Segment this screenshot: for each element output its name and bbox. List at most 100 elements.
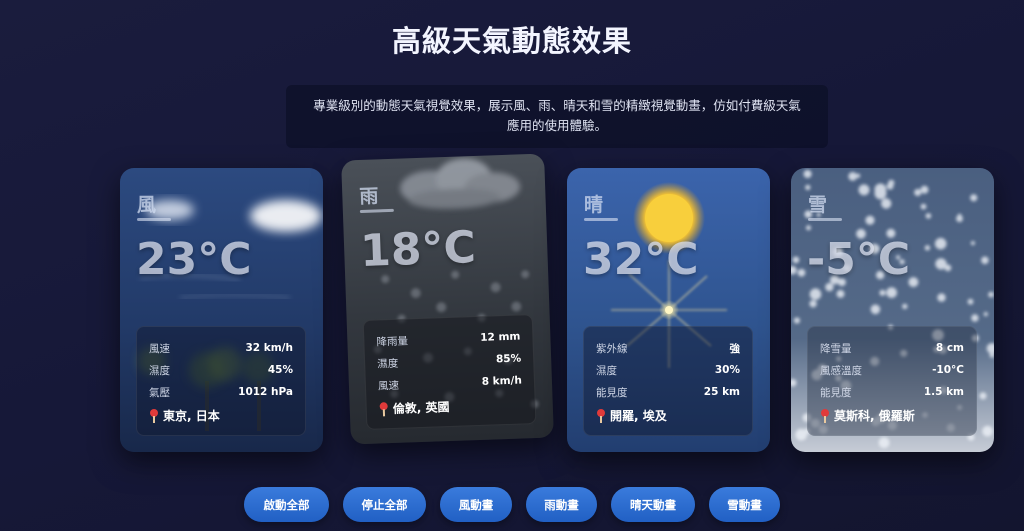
map-pin-icon bbox=[820, 408, 830, 423]
card-underline bbox=[137, 218, 171, 221]
location-text: 東京, 日本 bbox=[163, 409, 220, 423]
info-key: 降雨量 bbox=[376, 334, 409, 349]
snowflake bbox=[878, 437, 890, 449]
stop-all-button[interactable]: 停止全部 bbox=[343, 487, 426, 522]
card-label: 晴 bbox=[584, 194, 604, 216]
info-row: 濕度 45% bbox=[149, 359, 293, 381]
snowflake bbox=[870, 304, 881, 315]
snowflake bbox=[920, 185, 929, 194]
info-key: 風速 bbox=[149, 342, 170, 355]
info-panel: 紫外線 強 濕度 30% 能見度 25 km 開羅, 埃及 bbox=[583, 326, 753, 436]
snowflake bbox=[979, 392, 987, 400]
snowflake bbox=[855, 173, 861, 178]
weather-card-wind[interactable]: 風 23°C 風速 32 km/h 濕度 45% 氣壓 1012 hPa 東京,… bbox=[120, 168, 323, 452]
start-all-button[interactable]: 啟動全部 bbox=[244, 487, 329, 522]
location: 開羅, 埃及 bbox=[596, 407, 740, 424]
snowflake bbox=[983, 312, 988, 317]
snowflake bbox=[886, 287, 897, 298]
snowflake bbox=[967, 298, 974, 305]
map-pin-icon bbox=[379, 402, 389, 416]
info-value: 85% bbox=[495, 352, 522, 366]
info-row: 能見度 25 km bbox=[596, 381, 740, 403]
snowflake bbox=[920, 203, 927, 210]
wind-animation-button[interactable]: 風動畫 bbox=[440, 487, 512, 522]
snowflake bbox=[803, 169, 812, 179]
temperature: 18°C bbox=[359, 221, 477, 277]
info-key: 紫外線 bbox=[596, 342, 628, 355]
location: 東京, 日本 bbox=[149, 407, 293, 424]
snowflake bbox=[836, 289, 845, 298]
snowflake bbox=[944, 264, 952, 272]
info-key: 濕度 bbox=[377, 357, 399, 370]
info-row: 風速 32 km/h bbox=[149, 337, 293, 359]
snowflake bbox=[982, 425, 993, 437]
snowflake bbox=[886, 182, 894, 190]
card-label: 雪 bbox=[808, 194, 828, 216]
location: 莫斯科, 俄羅斯 bbox=[820, 407, 964, 424]
snowflake bbox=[934, 237, 947, 250]
temperature: 23°C bbox=[136, 234, 252, 285]
temperature: -5°C bbox=[807, 234, 911, 285]
card-label: 雨 bbox=[359, 185, 379, 209]
map-pin-icon bbox=[596, 408, 606, 423]
info-row: 風速 8 km/h bbox=[378, 369, 523, 396]
snowflake bbox=[925, 213, 932, 219]
temperature: 32°C bbox=[583, 234, 699, 285]
snowflake bbox=[970, 194, 978, 202]
info-value: 25 km bbox=[703, 386, 740, 398]
subtitle-line-2: 應用的使用體驗。 bbox=[506, 118, 607, 133]
info-key: 濕度 bbox=[596, 364, 617, 377]
info-value: 8 km/h bbox=[481, 374, 523, 388]
info-row: 紫外線 強 bbox=[596, 337, 740, 359]
snowflake bbox=[806, 225, 811, 231]
snowflake bbox=[935, 258, 947, 270]
info-value: -10°C bbox=[932, 364, 964, 376]
info-row: 濕度 30% bbox=[596, 359, 740, 381]
snow-animation-button[interactable]: 雪動畫 bbox=[709, 487, 780, 522]
snowflake bbox=[981, 256, 989, 265]
info-key: 風感溫度 bbox=[820, 364, 862, 377]
snowflake bbox=[914, 188, 922, 197]
info-panel: 風速 32 km/h 濕度 45% 氣壓 1012 hPa 東京, 日本 bbox=[136, 326, 306, 436]
snowflake bbox=[937, 293, 946, 302]
snowflake bbox=[865, 215, 875, 225]
info-value: 強 bbox=[729, 342, 741, 355]
info-key: 風速 bbox=[377, 379, 400, 392]
info-value: 12 mm bbox=[480, 330, 521, 344]
subtitle-line-1: 專業級別的動態天氣視覺效果，展示風、雨、晴天和雪的精緻視覺動畫，仿如付費級天氣 bbox=[313, 98, 801, 113]
info-panel: 降雪量 8 cm 風感溫度 -10°C 能見度 1.5 km 莫斯科, 俄羅斯 bbox=[807, 326, 977, 436]
page-title: 高級天氣動態效果 bbox=[391, 24, 632, 58]
snowflake bbox=[888, 179, 895, 186]
weather-card-snow[interactable]: 雪 -5°C 降雪量 8 cm 風感溫度 -10°C 能見度 1.5 km 莫斯… bbox=[791, 168, 994, 452]
weather-card-sunny[interactable]: 晴 32°C 紫外線 強 濕度 30% 能見度 25 km 開羅, 埃及 bbox=[567, 168, 770, 452]
snowflake bbox=[797, 268, 806, 277]
snowflake bbox=[956, 215, 963, 223]
weather-card-rain[interactable]: 雨 18°C 降雨量 12 mm 濕度 85% 風速 8 km/h 倫敦, 英國 bbox=[341, 153, 554, 445]
location-text: 開羅, 埃及 bbox=[610, 409, 667, 423]
info-row: 能見度 1.5 km bbox=[820, 381, 964, 403]
snowflake bbox=[791, 265, 797, 275]
location: 倫敦, 英國 bbox=[378, 395, 523, 417]
snowflake bbox=[971, 314, 979, 322]
snowflake bbox=[880, 191, 885, 196]
snowflake bbox=[809, 288, 822, 300]
snowflake bbox=[881, 198, 892, 209]
sunny-animation-button[interactable]: 晴天動畫 bbox=[611, 487, 695, 522]
snowflake bbox=[957, 213, 962, 218]
snowflake bbox=[874, 187, 887, 200]
map-pin-icon bbox=[149, 408, 159, 423]
info-key: 濕度 bbox=[149, 364, 170, 377]
snowflake bbox=[791, 379, 797, 387]
info-value: 32 km/h bbox=[245, 342, 293, 354]
info-key: 能見度 bbox=[820, 386, 852, 399]
info-key: 氣壓 bbox=[149, 386, 170, 399]
location-text: 倫敦, 英國 bbox=[392, 399, 450, 416]
info-value: 45% bbox=[267, 364, 293, 376]
snowflake bbox=[924, 245, 931, 251]
snowflake bbox=[874, 183, 887, 196]
card-underline bbox=[584, 218, 618, 221]
card-underline bbox=[359, 208, 394, 214]
snowflake bbox=[988, 291, 994, 298]
info-value: 8 cm bbox=[935, 342, 964, 354]
rain-animation-button[interactable]: 雨動畫 bbox=[526, 487, 597, 522]
